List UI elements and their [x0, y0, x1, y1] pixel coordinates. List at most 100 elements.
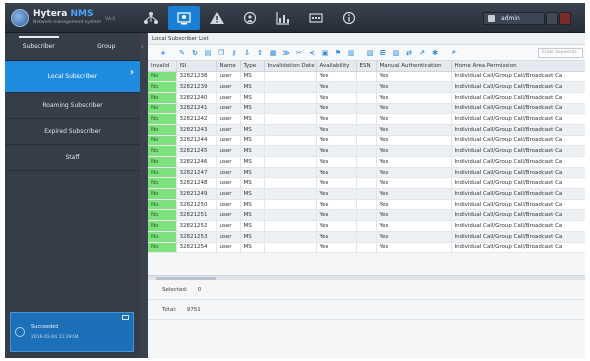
table-row[interactable]: No 32821254 user MS Yes Yes Individual Call/Gr…	[148, 242, 585, 254]
table-cell: No	[148, 145, 177, 157]
table-cell	[264, 167, 317, 179]
tab-subscriber[interactable]: Subscriber	[5, 33, 73, 60]
table-cell: Individual Call/Group Call/Broadcast Ca	[451, 231, 585, 243]
document-icon[interactable]: ▨	[391, 48, 401, 58]
table-cell: user	[216, 71, 241, 83]
sidebar-item-staff[interactable]: Staff	[5, 145, 140, 171]
column-header[interactable]: Type	[240, 61, 265, 72]
table-cell: user	[216, 199, 241, 211]
table-row[interactable]: No 32821245 user MS Yes Yes Individual Call/Gr…	[148, 145, 585, 157]
export-icon[interactable]: ⇧	[255, 48, 265, 58]
report-icon[interactable]: ▧	[365, 48, 375, 58]
sidebar-item-roaming-subscriber[interactable]: Roaming Subscriber	[5, 93, 140, 119]
table-row[interactable]: No 32821252 user MS Yes Yes Individual Call/Gr…	[148, 220, 585, 232]
delete-icon[interactable]: ▤	[203, 48, 213, 58]
topology-nav-button[interactable]	[135, 6, 167, 30]
add-icon[interactable]: +	[158, 48, 168, 58]
block-icon[interactable]: ▣	[320, 48, 330, 58]
table-cell: 32821246	[176, 156, 217, 168]
table-row[interactable]: No 32821248 user MS Yes Yes Individual Call/Gr…	[148, 177, 585, 190]
column-header[interactable]: Home Area Permission	[451, 61, 585, 72]
table-cell: MS	[240, 167, 265, 179]
forward-icon[interactable]: ≫	[281, 48, 291, 58]
info-nav-button[interactable]	[333, 6, 365, 30]
refresh-icon[interactable]: ↻	[190, 48, 200, 58]
table-row[interactable]: No 32821240 user MS Yes Yes Individual Call/Gr…	[148, 92, 585, 104]
column-header[interactable]: Invalidation Date	[264, 61, 317, 72]
search-icon[interactable]: ⌕	[449, 48, 459, 58]
sidebar-item-local-subscriber[interactable]: Local Subscriber ›	[5, 61, 140, 93]
copy-icon[interactable]: ❐	[216, 48, 226, 58]
transfer-icon[interactable]: ⇄	[404, 48, 414, 58]
page-title: Local Subscriber List	[148, 33, 585, 45]
message-icon[interactable]	[122, 315, 129, 320]
table-row[interactable]: No 32821250 user MS Yes Yes Individual Call/Gr…	[148, 199, 585, 211]
table-cell	[356, 242, 377, 254]
table-cell: No	[148, 177, 177, 190]
minimize-button[interactable]	[546, 12, 558, 25]
logo-title-suffix: NMS	[70, 9, 94, 20]
app-version: V4.0	[105, 16, 116, 22]
table-row[interactable]: No 32821243 user MS Yes Yes Individual Call/Gr…	[148, 124, 585, 136]
horizontal-scrollbar[interactable]	[148, 275, 585, 280]
scrollbar-thumb[interactable]	[156, 277, 216, 280]
security-nav-button[interactable]	[234, 6, 266, 30]
terminal-nav-button[interactable]	[300, 6, 332, 30]
table-footer: Selected: 0 Total: 9751	[148, 280, 585, 320]
user-menu[interactable]: admin	[483, 12, 545, 25]
table-row[interactable]: No 32821241 user MS Yes Yes Individual Call/Gr…	[148, 103, 585, 115]
table-cell: user	[216, 156, 241, 168]
table-cell: MS	[240, 71, 265, 83]
table-row[interactable]: No 32821251 user MS Yes Yes Individual Call/Gr…	[148, 209, 585, 222]
key-icon[interactable]: ⚷	[229, 48, 239, 58]
table-cell	[264, 71, 317, 83]
group-icon[interactable]: ▦	[268, 48, 278, 58]
table-cell: Yes	[376, 113, 452, 125]
search-input[interactable]: Enter keywords	[538, 48, 583, 58]
sidebar-item-expired-subscriber[interactable]: Expired Subscriber	[5, 119, 140, 145]
table-cell: Yes	[376, 167, 452, 179]
edit-icon[interactable]: ✎	[177, 48, 187, 58]
table-row[interactable]: No 32821246 user MS Yes Yes Individual Call/Gr…	[148, 156, 585, 168]
table-row[interactable]: No 32821244 user MS Yes Yes Individual Call/Gr…	[148, 135, 585, 147]
stat-icon[interactable]: ▥	[346, 48, 356, 58]
table-row[interactable]: No 32821242 user MS Yes Yes Individual Call/Gr…	[148, 113, 585, 125]
subscriber-nav-button[interactable]	[168, 6, 200, 30]
table-cell: Yes	[316, 177, 357, 190]
unlink-icon[interactable]: ✂	[294, 48, 304, 58]
table-cell: Individual Call/Group Call/Broadcast Ca	[451, 177, 585, 190]
table-row[interactable]: No 32821238 user MS Yes Yes Individual Call/Gr…	[148, 71, 585, 83]
table-row[interactable]: No 32821253 user MS Yes Yes Individual Call/Gr…	[148, 231, 585, 243]
table-cell	[264, 135, 317, 147]
statistics-nav-button[interactable]	[267, 6, 299, 30]
table-cell: user	[216, 188, 241, 200]
settings-icon[interactable]: ✱	[430, 48, 440, 58]
column-header[interactable]: ESN	[356, 61, 377, 72]
table-cell: 32821252	[176, 220, 217, 232]
table-row[interactable]: No 32821247 user MS Yes Yes Individual Call/Gr…	[148, 167, 585, 179]
column-header[interactable]: Name	[216, 61, 241, 72]
total-count: Total: 9751	[148, 300, 585, 320]
link-icon[interactable]: ↗	[417, 48, 427, 58]
selected-count: Selected: 0	[148, 280, 585, 300]
share-icon[interactable]: ≺	[307, 48, 317, 58]
table-cell: user	[216, 231, 241, 243]
close-button[interactable]	[559, 12, 571, 25]
column-header[interactable]: ISI	[176, 61, 217, 72]
assign-icon[interactable]: ⚑	[333, 48, 343, 58]
table-row[interactable]: No 32821249 user MS Yes Yes Individual Call/Gr…	[148, 188, 585, 200]
filter-icon[interactable]: ⋿	[378, 48, 388, 58]
table-cell	[264, 199, 317, 211]
table-row[interactable]: No 32821239 user MS Yes Yes Individual Call/Gr…	[148, 81, 585, 93]
alarm-nav-button[interactable]	[201, 6, 233, 30]
column-header[interactable]: Invalid	[148, 61, 177, 72]
logo-badge-icon	[11, 9, 29, 27]
collapse-arrow-icon: ‹	[141, 43, 144, 51]
import-icon[interactable]: ⇩	[242, 48, 252, 58]
column-header[interactable]: Manual Authentication	[376, 61, 452, 72]
tab-group[interactable]: Group	[73, 33, 141, 60]
table-cell: MS	[240, 103, 265, 115]
table-cell: Individual Call/Group Call/Broadcast Ca	[451, 103, 585, 115]
column-header[interactable]: Availability	[316, 61, 357, 72]
panel-collapse-strip[interactable]: ‹	[140, 33, 148, 358]
